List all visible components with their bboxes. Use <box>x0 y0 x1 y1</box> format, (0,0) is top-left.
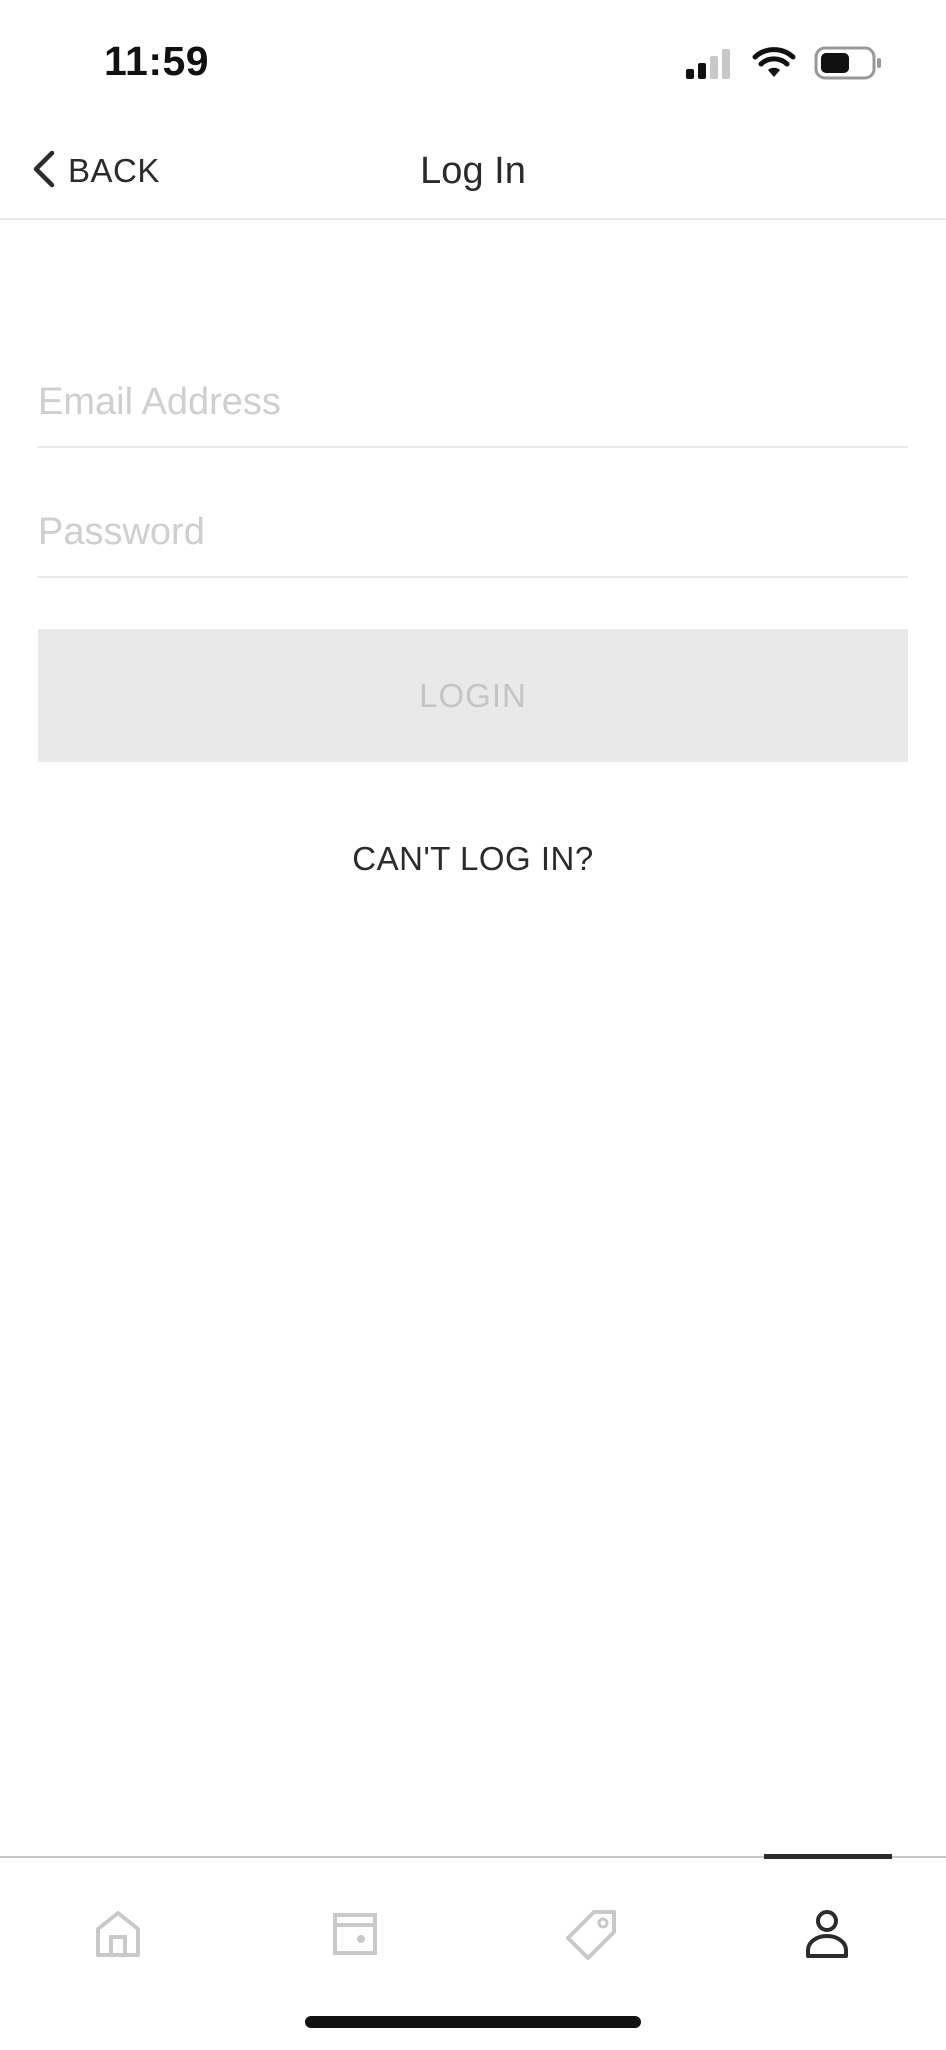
tab-selected-indicator <box>764 1854 892 1859</box>
page-title: Log In <box>420 150 526 192</box>
status-icons <box>686 46 882 85</box>
status-time: 11:59 <box>104 38 210 84</box>
email-field <box>38 350 908 448</box>
tag-icon <box>566 1908 618 1965</box>
navigation-header: BACK Log In <box>0 125 946 220</box>
tab-account[interactable] <box>772 1892 882 1980</box>
tab-deals[interactable] <box>537 1892 647 1980</box>
cellular-signal-icon <box>686 47 734 84</box>
storefront-icon <box>331 1911 379 1962</box>
tab-shop[interactable] <box>300 1892 410 1980</box>
email-input[interactable] <box>38 381 908 424</box>
wifi-icon <box>752 47 796 84</box>
cant-login-link[interactable]: CAN'T LOG IN? <box>0 840 946 878</box>
password-input[interactable] <box>38 511 908 554</box>
tab-home[interactable] <box>63 1892 173 1980</box>
battery-icon <box>814 46 882 85</box>
home-indicator <box>305 2016 641 2028</box>
status-bar: 11:59 <box>0 0 946 125</box>
login-button[interactable]: LOGIN <box>38 629 908 762</box>
home-icon <box>94 1909 142 1964</box>
account-icon <box>804 1908 850 1965</box>
password-field <box>38 480 908 578</box>
